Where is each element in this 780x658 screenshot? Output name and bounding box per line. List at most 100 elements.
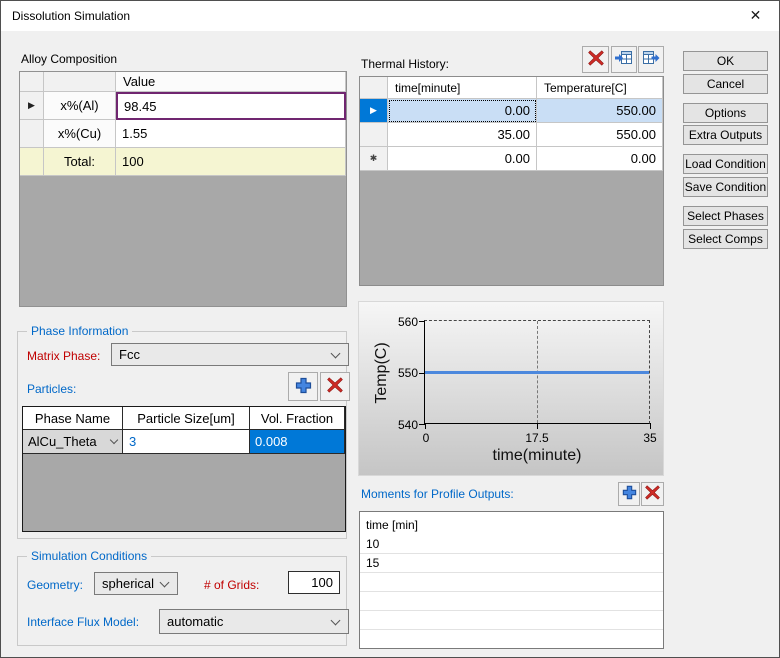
thermal-export-table-button[interactable] [638,46,664,73]
matrix-phase-label: Matrix Phase: [27,349,100,363]
thermal-header-time: time[minute] [388,77,537,99]
y-tick-label: 560 [398,315,418,329]
alloy-total-marker [20,148,44,176]
simulation-conditions-label: Simulation Conditions [27,549,151,563]
thermal-temp-cell[interactable]: 0.00 [537,147,663,171]
ok-button[interactable]: OK [683,51,768,71]
particle-add-button[interactable] [288,372,318,401]
list-item-empty [360,573,663,592]
moments-label: Moments for Profile Outputs: [361,487,514,501]
thermal-history-table: time[minute] Temperature[C] ▶ 0.00 550.0… [359,76,664,286]
alloy-row-name: x%(Cu) [44,120,116,148]
thermal-history-label: Thermal History: [361,57,449,71]
extra-outputs-button[interactable]: Extra Outputs [683,125,768,145]
delete-cross-icon [327,377,343,396]
grids-input[interactable]: 100 [288,571,340,594]
table-export-icon [642,50,660,69]
y-tick-label: 540 [398,418,418,432]
alloy-total-value: 100 [116,148,346,176]
table-import-icon [615,50,633,69]
phase-information-group: Phase Information Matrix Phase: Fcc Part… [17,331,347,539]
geometry-label: Geometry: [27,578,83,592]
alloy-row-marker[interactable]: ▶ [20,92,44,120]
options-button[interactable]: Options [683,103,768,123]
interface-flux-model-combo[interactable]: automatic [159,609,349,634]
particles-label: Particles: [27,382,76,396]
select-phases-button[interactable]: Select Phases [683,206,768,226]
list-item[interactable]: 15 [360,554,663,573]
thermal-time-cell[interactable]: 35.00 [388,123,537,147]
moments-list-header: time [min] [360,516,663,535]
chevron-down-icon [160,577,170,587]
thermal-delete-row-button[interactable] [582,46,609,73]
interface-flux-model-label: Interface Flux Model: [27,615,139,629]
titlebar: Dissolution Simulation ✕ [1,1,779,31]
thermal-row-marker[interactable]: ▶ [360,99,388,123]
alloy-value-cell-al[interactable]: 98.45 [116,92,346,120]
y-axis-title: Temp(C) [373,323,393,423]
alloy-composition-label: Alloy Composition [21,52,117,66]
particle-size-cell[interactable]: 3 [123,430,250,454]
delete-cross-icon [645,485,660,503]
thermal-header-corner [360,77,388,99]
x-tick-label: 17.5 [525,431,548,445]
alloy-header-row: Value [20,72,346,92]
table-row: ▶ 0.00 550.00 [360,99,663,123]
thermal-row-marker[interactable] [360,123,388,147]
geometry-combo[interactable]: spherical [94,572,178,595]
chart-plot-area: 560 550 540 0 17.5 35 Temp(C) time(minut… [424,320,650,424]
y-tick-mark [419,373,425,374]
phase-information-label: Phase Information [27,324,132,338]
alloy-total-label: Total: [44,148,116,176]
x-tick-mark [425,423,426,429]
plus-icon [295,377,312,397]
thermal-time-cell[interactable]: 0.00 [388,147,537,171]
x-tick-mark [537,423,538,429]
save-condition-button[interactable]: Save Condition [683,177,768,197]
matrix-phase-value: Fcc [119,347,140,362]
table-row: ▶ x%(Al) 98.45 [20,92,346,120]
select-comps-button[interactable]: Select Comps [683,229,768,249]
table-row: AlCu_Theta 3 0.008 [23,430,345,454]
x-axis-title: time(minute) [425,447,649,465]
alloy-value-cell-cu[interactable]: 1.55 [116,120,346,148]
x-tick-mark [650,423,651,429]
table-row: 35.00 550.00 [360,123,663,147]
particles-header-fraction: Vol. Fraction [250,407,345,430]
moments-list[interactable]: time [min] 10 15 [359,511,664,649]
cancel-button[interactable]: Cancel [683,74,768,94]
grids-label: # of Grids: [204,578,259,592]
thermal-time-cell[interactable]: 0.00 [388,99,537,123]
close-button[interactable]: ✕ [733,1,778,30]
grids-value: 100 [311,575,333,590]
particle-fraction-cell[interactable]: 0.008 [250,430,345,454]
chevron-down-icon [331,348,341,358]
alloy-row-marker[interactable] [20,120,44,148]
alloy-header-value: Value [116,72,346,92]
thermal-new-row-marker[interactable]: ✱ [360,147,388,171]
moment-add-button[interactable] [618,482,640,506]
thermal-temp-cell[interactable]: 550.00 [537,99,663,123]
thermal-temp-cell[interactable]: 550.00 [537,123,663,147]
list-item[interactable]: 10 [360,535,663,554]
particle-phase-combo-cell[interactable]: AlCu_Theta [23,430,123,454]
temperature-series-line [425,371,649,374]
thermal-header-temperature: Temperature[C] [537,77,663,99]
particle-delete-button[interactable] [320,372,350,401]
chevron-down-icon [110,435,118,443]
load-condition-button[interactable]: Load Condition [683,154,768,174]
window-title: Dissolution Simulation [12,1,130,31]
matrix-phase-combo[interactable]: Fcc [111,343,349,366]
x-tick-label: 0 [423,431,430,445]
particle-phase-value: AlCu_Theta [28,434,97,449]
thermal-profile-chart: 560 550 540 0 17.5 35 Temp(C) time(minut… [358,301,664,476]
chevron-down-icon [331,615,341,625]
interface-flux-model-value: automatic [167,614,223,629]
plus-icon [622,485,637,503]
moment-delete-button[interactable] [641,482,664,506]
y-tick-mark [419,321,425,322]
geometry-value: spherical [102,576,154,591]
table-row: x%(Cu) 1.55 [20,120,346,148]
simulation-conditions-group: Simulation Conditions Geometry: spherica… [17,556,347,646]
thermal-import-table-button[interactable] [611,46,637,73]
